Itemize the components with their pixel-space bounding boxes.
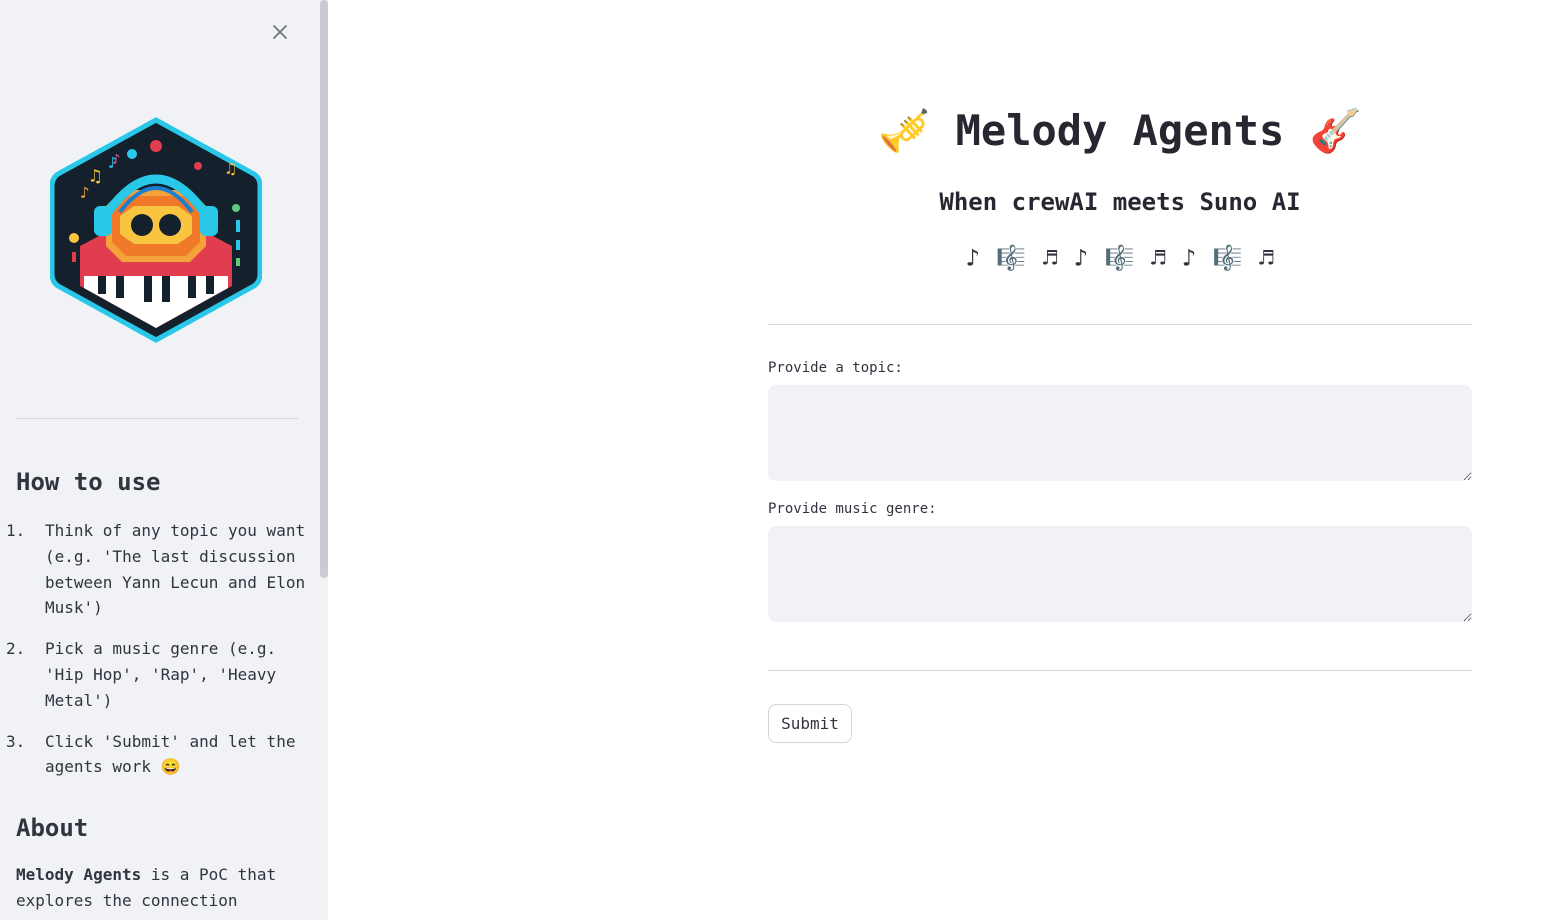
step-number: 3.: [6, 731, 26, 751]
step-text: Think of any topic you want (e.g. 'The l…: [45, 521, 306, 618]
topic-label: Provide a topic:: [768, 360, 903, 376]
list-item: 2. Pick a music genre (e.g. 'Hip Hop', '…: [0, 636, 310, 713]
divider: [768, 670, 1472, 671]
step-text: Click 'Submit' and let the agents work 😄: [45, 731, 296, 777]
sidebar-scrollbar[interactable]: [320, 0, 328, 578]
how-to-use-heading: How to use: [16, 468, 161, 496]
page-subtitle: When crewAI meets Suno AI: [939, 188, 1301, 216]
melody-agents-logo: ♫ ♪ ♫ ♪ ♪: [50, 117, 262, 343]
genre-input[interactable]: [768, 526, 1472, 622]
list-item: 1. Think of any topic you want (e.g. 'Th…: [0, 518, 310, 621]
sidebar-divider: [16, 418, 298, 419]
svg-text:♪: ♪: [80, 183, 90, 202]
svg-text:♫: ♫: [90, 166, 101, 187]
about-text: Melody Agents is a PoC that explores the…: [16, 862, 306, 914]
close-sidebar-button[interactable]: [266, 18, 294, 46]
app-root: ♫ ♪ ♫ ♪ ♪ How to use 1. Think of any top…: [0, 0, 1567, 920]
music-notes-decoration: ♪ 🎼 ♬ ♪ 🎼 ♬ ♪ 🎼 ♬: [965, 244, 1275, 272]
step-number: 1.: [6, 521, 26, 540]
page-title: 🎺 Melody Agents 🎸: [878, 106, 1362, 155]
svg-text:♫: ♫: [226, 159, 236, 178]
svg-text:♪: ♪: [112, 152, 120, 168]
step-text: Pick a music genre (e.g. 'Hip Hop', 'Rap…: [45, 639, 277, 710]
close-icon: [273, 25, 287, 39]
step-number: 2.: [6, 639, 26, 659]
about-app-name: Melody Agents: [16, 865, 142, 884]
list-item: 3. Click 'Submit' and let the agents wor…: [0, 729, 310, 781]
topic-input[interactable]: [768, 385, 1472, 481]
divider: [768, 324, 1472, 325]
how-to-use-steps: 1. Think of any topic you want (e.g. 'Th…: [0, 518, 310, 795]
about-heading: About: [16, 814, 89, 842]
main-content: 🎺 Melody Agents 🎸 When crewAI meets Suno…: [328, 0, 1567, 920]
genre-label: Provide music genre:: [768, 501, 937, 517]
submit-button[interactable]: Submit: [768, 704, 852, 743]
sidebar: ♫ ♪ ♫ ♪ ♪ How to use 1. Think of any top…: [0, 0, 328, 920]
